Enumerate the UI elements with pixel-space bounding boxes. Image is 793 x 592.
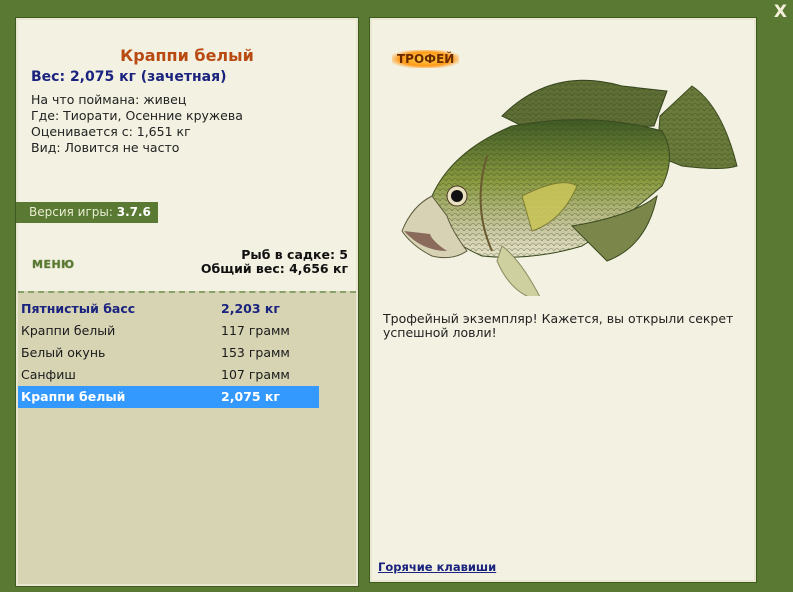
catch-name: Пятнистый басс [21,301,136,316]
catch-weight: 117 грамм [221,323,290,338]
catch-name: Краппи белый [21,323,116,338]
location-line: Где: Тиорати, Осенние кружева [31,108,243,123]
catch-weight: 107 грамм [221,367,290,382]
fish-name: Краппи белый [120,46,254,65]
catch-list: Пятнистый басс 2,203 кг Краппи белый 117… [18,291,356,584]
catch-description: Трофейный экземпляр! Кажется, вы открыли… [383,311,734,340]
fish-detail-panel: ТРОФЕЙ Трофейный экземпляр! Кажется, вы … [370,18,756,582]
total-weight: Общий вес: 4,656 кг [200,261,348,276]
catch-name: Краппи белый [21,389,126,404]
game-version: Версия игры: 3.7.6 [16,202,158,223]
fish-weight: Вес: 2,075 кг (зачетная) [31,69,227,85]
catch-row[interactable]: Белый окунь 153 грамм [18,342,319,364]
catch-weight: 2,075 кг [221,389,280,404]
hotkeys-link[interactable]: Горячие клавиши [378,560,496,574]
catch-weight: 2,203 кг [221,301,280,316]
catch-row[interactable]: Пятнистый басс 2,203 кг [18,298,319,320]
catch-info-panel: Краппи белый Вес: 2,075 кг (зачетная) На… [16,18,358,586]
keepnet-stats: Рыб в садке: 5 Общий вес: 4,656 кг [201,248,348,276]
rarity-line: Вид: Ловится не часто [31,140,180,155]
fish-info: На что поймана: живец Где: Тиорати, Осен… [31,92,243,156]
version-label: Версия игры: [29,205,113,219]
fish-count: Рыб в садке: 5 [241,247,348,262]
catch-row[interactable]: Санфиш 107 грамм [18,364,319,386]
fish-image [401,79,738,296]
version-value: 3.7.6 [116,205,151,219]
catch-row-selected[interactable]: Краппи белый 2,075 кг [18,386,319,408]
catch-weight: 153 грамм [221,345,290,360]
catch-name: Белый окунь [21,345,106,360]
close-button[interactable]: X [774,2,787,22]
bait-line: На что поймана: живец [31,92,187,107]
menu-button[interactable]: МЕНЮ [32,258,75,271]
catch-name: Санфиш [21,367,76,382]
rated-from-line: Оценивается с: 1,651 кг [31,124,191,139]
catch-row[interactable]: Краппи белый 117 грамм [18,320,319,342]
trophy-badge: ТРОФЕЙ [392,50,460,68]
